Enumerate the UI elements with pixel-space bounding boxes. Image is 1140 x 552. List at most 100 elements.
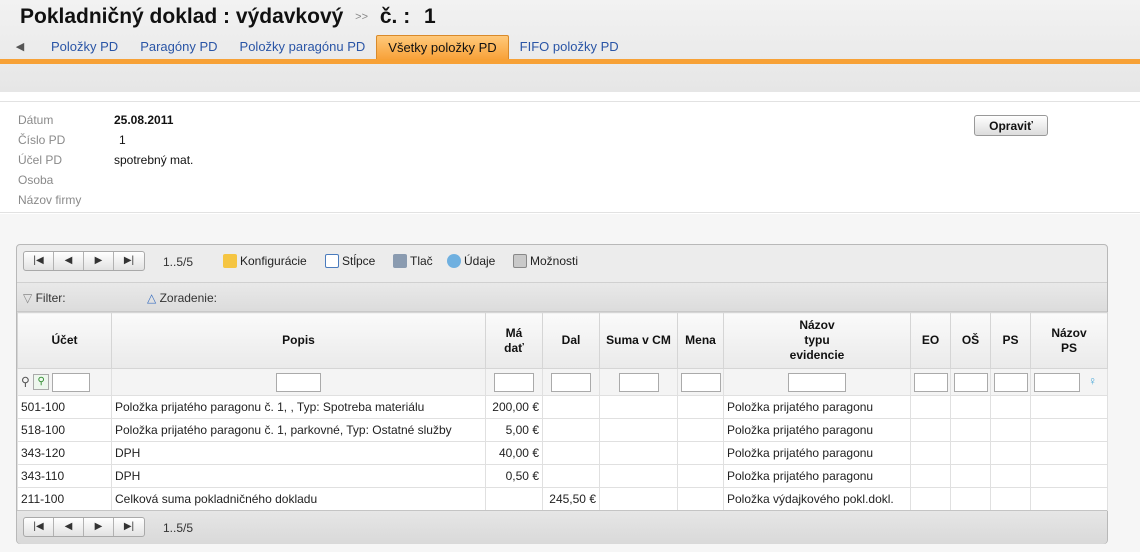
table-row[interactable]: 501-100 Položka prijatého paragonu č. 1,… (17, 395, 1108, 419)
cell-eo (910, 464, 951, 488)
cell-ucet: 518-100 (17, 418, 112, 442)
cell-suma-cm (599, 487, 678, 511)
info-label: Dátum (18, 113, 54, 127)
options-button[interactable]: Možnosti (513, 254, 578, 268)
cell-mena (677, 464, 724, 488)
cell-ps (990, 441, 1031, 465)
info-label: Osoba (18, 173, 54, 187)
col-header-suma-cm[interactable]: Suma v CM (599, 312, 678, 369)
col-header-mena[interactable]: Mena (677, 312, 724, 369)
page-header: Pokladničný doklad : výdavkový >> č. : 1… (0, 0, 1140, 92)
first-page-icon[interactable]: |◀ (24, 518, 54, 536)
filter-input-suma-cm[interactable] (618, 372, 659, 392)
sort-toggle[interactable]: △ Zoradenie: (147, 291, 217, 305)
sort-label: Zoradenie: (159, 291, 217, 305)
config-label: Konfigurácie (240, 254, 307, 268)
filter-input-eo[interactable] (914, 372, 948, 392)
print-button[interactable]: Tlač (393, 254, 433, 268)
tab-back-arrow-icon[interactable]: ◀ (0, 35, 40, 59)
cell-ma-dat: 0,50 € (485, 464, 543, 488)
filter-toggle[interactable]: ▽ Filter: (23, 291, 66, 305)
lightbulb-hint-icon[interactable]: ♀ (1088, 374, 1097, 388)
table-row[interactable]: 518-100 Položka prijatého paragonu č. 1,… (17, 418, 1108, 442)
cell-nazov-ps (1030, 464, 1108, 488)
info-value: 25.08.2011 (114, 113, 174, 127)
filter-input-ps[interactable] (994, 372, 1028, 392)
col-header-popis[interactable]: Popis (111, 312, 486, 369)
first-page-icon[interactable]: |◀ (24, 252, 54, 270)
clear-filter-icon[interactable]: ⚲ (33, 374, 50, 390)
col-header-eo[interactable]: EO (910, 312, 951, 369)
filter-input-mena[interactable] (681, 372, 721, 392)
page-info-bottom: 1..5/5 (163, 521, 194, 535)
filter-input-os[interactable] (954, 372, 988, 392)
table-row[interactable]: 343-120 DPH 40,00 € Položka prijatého pa… (17, 441, 1108, 465)
filter-bar: ▽ Filter: △ Zoradenie: (17, 282, 1107, 312)
cell-nazov-ps (1030, 395, 1108, 419)
col-header-typ-evidencie[interactable]: Názov typu evidencie (723, 312, 911, 369)
filter-label: Filter: (35, 291, 66, 305)
data-label: Údaje (464, 254, 496, 268)
search-icon[interactable]: ⚲ (21, 374, 30, 388)
cell-ps (990, 418, 1031, 442)
cell-os (950, 464, 991, 488)
tab-paragony-pd[interactable]: Paragóny PD (129, 35, 228, 59)
cell-eo (910, 395, 951, 419)
col-header-dal[interactable]: Dal (542, 312, 600, 369)
info-label: Účel PD (18, 153, 63, 167)
edit-button[interactable]: Opraviť (974, 115, 1048, 136)
filter-input-dal[interactable] (551, 372, 591, 392)
tab-fifo-polozky-pd[interactable]: FIFO položky PD (509, 35, 630, 59)
cell-suma-cm (599, 418, 678, 442)
pager-bottom: |◀ ◀ ▶ ▶| (23, 517, 145, 537)
col-header-ma-dat[interactable]: Má dať (485, 312, 543, 369)
tab-vsetky-polozky-pd[interactable]: Všetky položky PD (376, 35, 509, 59)
filter-input-ma-dat[interactable] (494, 372, 534, 392)
cell-popis: Položka prijatého paragonu č. 1, , Typ: … (111, 395, 486, 419)
prev-page-icon[interactable]: ◀ (54, 518, 84, 536)
data-button[interactable]: Údaje (447, 254, 495, 268)
cell-os (950, 418, 991, 442)
tab-polozky-pd[interactable]: Položky PD (40, 35, 129, 59)
title-number: 1 (424, 5, 436, 28)
col-header-ps[interactable]: PS (990, 312, 1031, 369)
tab-underline (0, 59, 1140, 64)
prev-page-icon[interactable]: ◀ (54, 252, 84, 270)
cell-nazov-ps (1030, 441, 1108, 465)
info-label: Číslo PD (18, 133, 66, 147)
next-page-icon[interactable]: ▶ (84, 252, 114, 270)
last-page-icon[interactable]: ▶| (114, 252, 144, 270)
col-header-os[interactable]: OŠ (950, 312, 991, 369)
cell-popis: Celková suma pokladničného dokladu (111, 487, 486, 511)
filter-input-ucet[interactable] (52, 372, 91, 392)
filter-input-typ-evidencie[interactable] (788, 372, 846, 392)
cell-popis: DPH (111, 464, 486, 488)
table-row[interactable]: 343-110 DPH 0,50 € Položka prijatého par… (17, 464, 1108, 488)
next-page-icon[interactable]: ▶ (84, 518, 114, 536)
cell-ucet: 343-110 (17, 464, 112, 488)
filter-input-popis[interactable] (276, 372, 321, 392)
lightbulb-icon (223, 254, 237, 268)
cell-dal (542, 464, 600, 488)
cell-eo (910, 487, 951, 511)
options-icon (513, 254, 527, 268)
tab-polozky-paragonu-pd[interactable]: Položky paragónu PD (229, 35, 377, 59)
cell-dal (542, 418, 600, 442)
col-header-nazov-ps[interactable]: Názov PS (1030, 312, 1108, 369)
cell-os (950, 395, 991, 419)
cell-suma-cm (599, 395, 678, 419)
cell-ucet: 343-120 (17, 441, 112, 465)
cell-popis: DPH (111, 441, 486, 465)
cell-typ-evidencie: Položka prijatého paragonu (723, 441, 911, 465)
cell-eo (910, 418, 951, 442)
cell-typ-evidencie: Položka prijatého paragonu (723, 418, 911, 442)
columns-button[interactable]: Stĺpce (325, 254, 375, 268)
filter-input-nazov-ps[interactable] (1034, 372, 1080, 392)
last-page-icon[interactable]: ▶| (114, 518, 144, 536)
grid-panel: |◀ ◀ ▶ ▶| 1..5/5 Konfigurácie Stĺpce Tla… (16, 244, 1108, 544)
cell-dal (542, 441, 600, 465)
config-button[interactable]: Konfigurácie (223, 254, 307, 268)
info-value: 1 (119, 133, 126, 147)
col-header-ucet[interactable]: Účet (17, 312, 112, 369)
table-row[interactable]: 211-100 Celková suma pokladničného dokla… (17, 487, 1108, 511)
